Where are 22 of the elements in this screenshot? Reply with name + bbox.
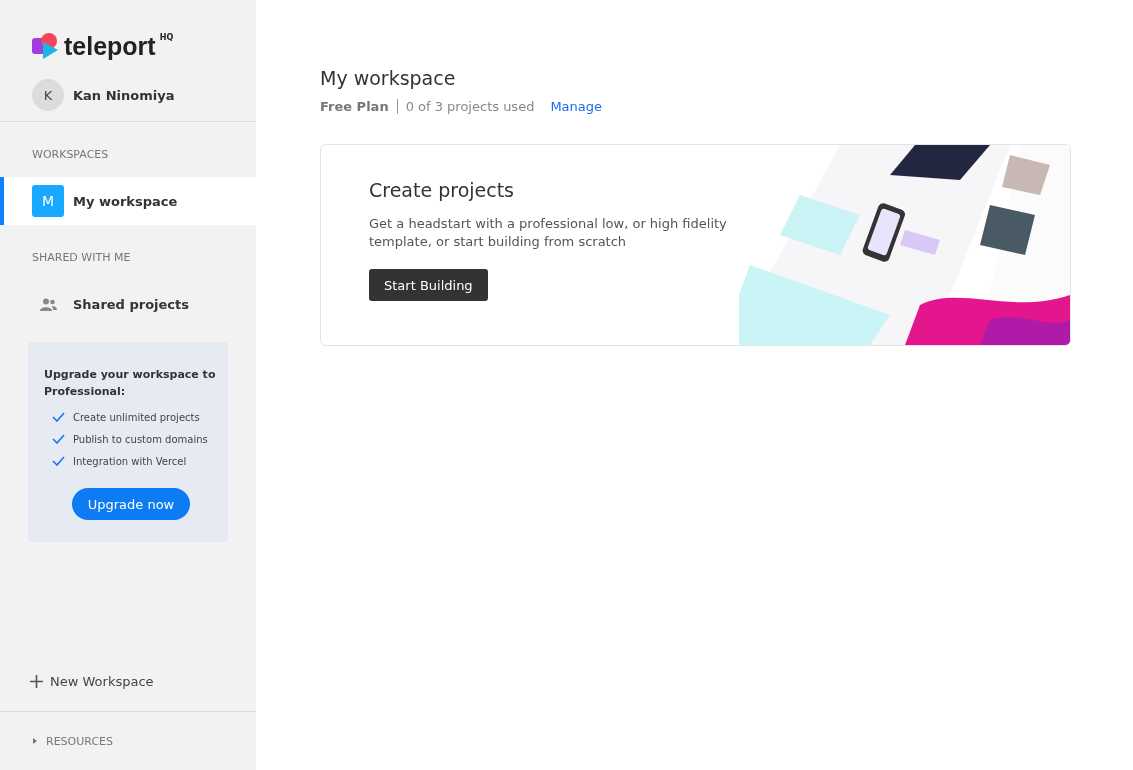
section-heading: SHARED WITH ME [31,250,132,266]
start-building-button[interactable]: Start Building [369,269,488,301]
workspace-title: My workspace [320,67,457,89]
logo-suffix: HQ [159,33,174,42]
upgrade-button[interactable]: Upgrade now [71,488,191,520]
sidebar-item[interactable]: Shared projects [0,280,256,328]
user-avatar[interactable]: K [32,79,64,111]
feature-text: Publish to custom domains [73,433,208,445]
feature-text: Create unlimited projects [73,411,200,423]
user-name: Kan Ninomiya [73,87,175,103]
section-heading: WORKSPACES [31,147,110,163]
plan-name: Free Plan [320,99,398,114]
logo-text: teleport [64,32,156,60]
upgrade-title: Upgrade your workspace to Professional: [44,367,217,400]
new-workspace-button[interactable]: New Workspace [0,666,256,696]
project-usage: 0 of 3 projects used [404,99,535,114]
workspace-avatar: M [32,185,64,217]
sidebar-item[interactable]: M My workspace [0,177,256,225]
card-title: Create projects [369,179,515,201]
manage-link[interactable]: Manage [550,99,603,114]
feature-text: Integration with Vercel [73,455,187,467]
card-description: Get a headstart with a professional low, or high fidelity template, or start building from scratch [369,215,728,251]
